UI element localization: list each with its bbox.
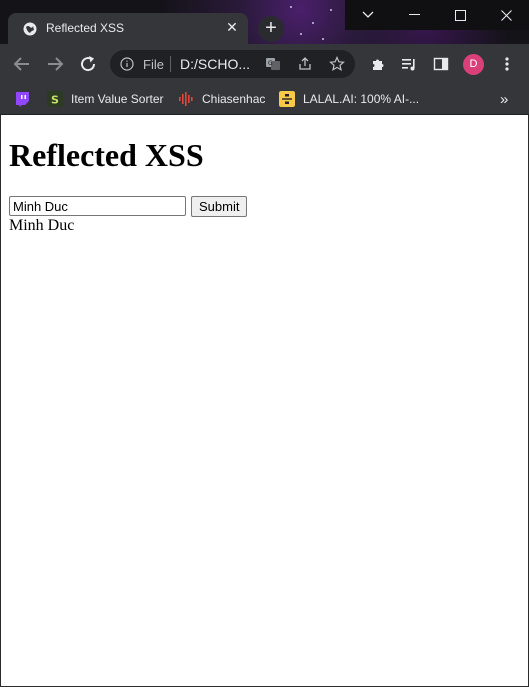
tab-close-icon[interactable]: ✕ [224,19,240,36]
bookmark-item-value-sorter[interactable]: S Item Value Sorter [47,90,163,108]
bookmarks-bar: S Item Value Sorter Chiasenhac LALAL.AI:… [0,84,529,115]
globe-icon [23,22,37,36]
new-tab-button[interactable]: + [258,16,284,42]
close-window-button[interactable] [483,0,529,30]
page-heading: Reflected XSS [9,137,204,173]
scheme-label: File [143,57,164,72]
bookmarks-overflow-chevron-icon[interactable]: » [500,90,508,108]
back-arrow-icon[interactable] [10,52,34,76]
forward-arrow-icon[interactable] [43,52,67,76]
name-input[interactable] [9,196,186,216]
url-text[interactable]: D:/SCHO... [180,56,250,72]
media-queue-icon[interactable] [401,56,417,72]
bookmark-label: Item Value Sorter [71,92,164,106]
share-icon[interactable] [297,56,313,72]
extensions-puzzle-icon[interactable] [370,56,386,72]
side-panel-icon[interactable] [433,56,449,72]
s-icon: S [47,91,63,107]
twitch-icon [16,92,29,107]
maximize-button[interactable] [437,0,483,30]
minimize-button[interactable] [391,0,437,30]
tab-search-chevron-down-icon[interactable] [345,0,391,30]
profile-avatar[interactable]: D [463,54,484,75]
bookmark-twitch[interactable] [14,90,38,108]
browser-toolbar: File D:/SCHO... G D [0,44,529,84]
title-bar: Reflected XSS ✕ + [0,0,529,44]
tab-title: Reflected XSS [46,21,125,35]
bookmark-label: Chiasenhac [202,92,266,106]
info-icon[interactable] [120,57,134,71]
lalal-icon [279,91,295,107]
soundwave-icon [179,92,193,106]
translate-icon[interactable]: G [265,56,281,72]
svg-text:S: S [51,94,59,107]
bookmark-lalal-ai[interactable]: LALAL.AI: 100% AI-... [279,90,419,108]
reflected-output: Minh Duc [9,217,75,234]
submit-button[interactable]: Submit [191,196,248,217]
omnibox-divider [170,56,171,72]
page-content: Reflected XSS Submit Minh Duc [0,115,529,687]
bookmark-star-icon[interactable] [329,56,345,72]
tab-reflected-xss[interactable]: Reflected XSS ✕ [8,13,248,44]
address-bar[interactable]: File D:/SCHO... G [110,50,355,78]
bookmark-label: LALAL.AI: 100% AI-... [303,92,420,106]
browser-window: Reflected XSS ✕ + File D:/SCHO... G D S … [0,0,529,687]
bookmark-chiasenhac[interactable]: Chiasenhac [178,90,265,108]
svg-text:G: G [268,60,273,67]
reload-icon[interactable] [76,52,100,76]
kebab-menu-icon[interactable] [499,56,515,72]
